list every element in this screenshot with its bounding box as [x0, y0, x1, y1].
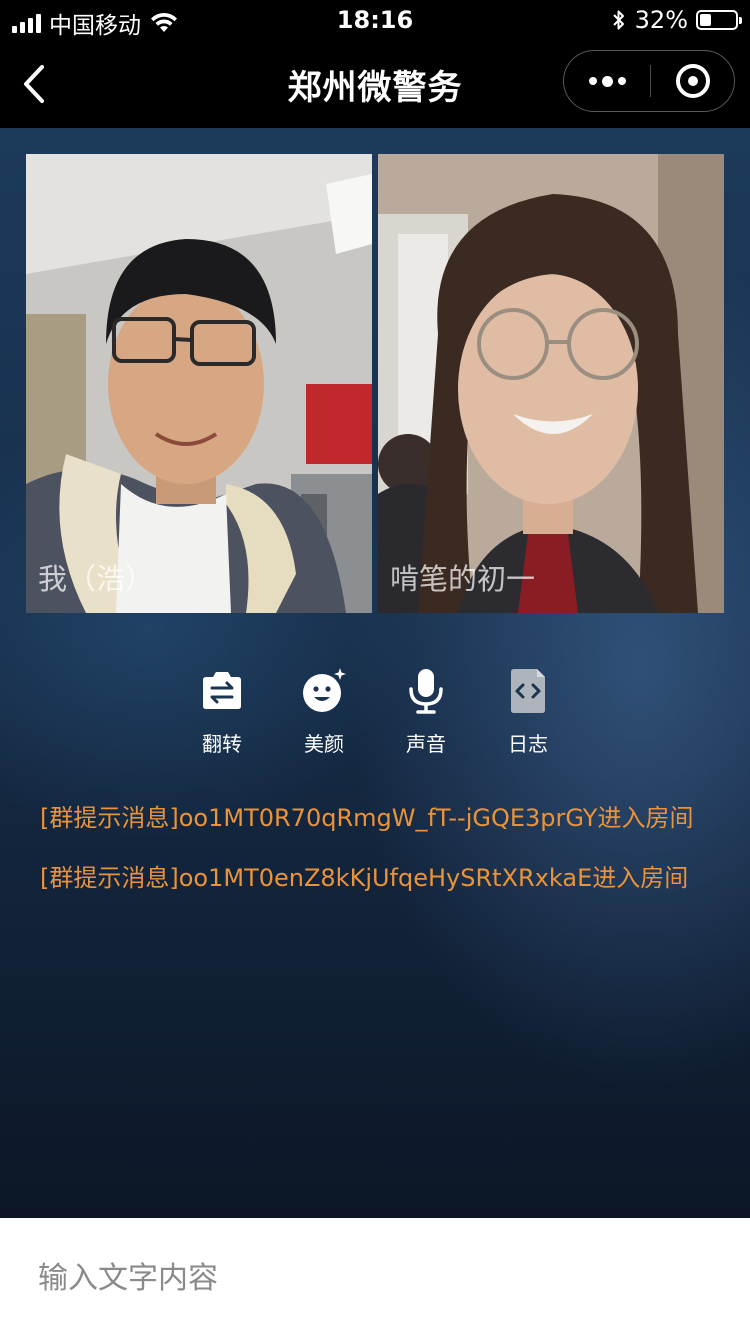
nav-bar: 郑州微警务 [0, 40, 750, 128]
message-input[interactable] [38, 1256, 718, 1300]
video-area: 我（浩） 啃笔的初一 翻转 美颜 声音 日志 [群提示消息]oo1MT0R70q… [0, 128, 750, 1218]
more-dot [601, 75, 613, 87]
status-right: 32% [611, 6, 742, 34]
local-video[interactable]: 我（浩） [26, 154, 372, 613]
status-bar: 中国移动 18:16 32% [0, 0, 750, 40]
battery-percent: 32% [634, 6, 688, 34]
call-controls: 翻转 美颜 声音 日志 [172, 668, 580, 758]
beauty-label: 美颜 [304, 732, 344, 756]
more-dot [617, 77, 626, 85]
battery-fill [700, 14, 711, 26]
remote-video-label: 啃笔的初一 [390, 562, 536, 596]
camera-switch-icon [203, 672, 241, 709]
mini-program-capsule [563, 50, 735, 112]
more-dot [588, 77, 597, 85]
local-video-frame [26, 154, 372, 613]
beauty-button[interactable]: 美颜 [274, 668, 374, 758]
more-button[interactable] [564, 51, 650, 111]
sound-button[interactable]: 声音 [376, 668, 476, 758]
log-button[interactable]: 日志 [478, 668, 578, 758]
beauty-face-icon [303, 668, 346, 712]
log-label: 日志 [508, 732, 548, 756]
system-messages: [群提示消息]oo1MT0R70qRmgW_fT--jGQE3prGY进入房间 … [40, 798, 720, 918]
log-code-icon [511, 669, 545, 713]
flip-camera-label: 翻转 [202, 732, 242, 756]
flip-camera-button[interactable]: 翻转 [172, 668, 272, 758]
sound-label: 声音 [406, 732, 446, 756]
close-mini-program-button[interactable] [651, 51, 735, 111]
system-message: [群提示消息]oo1MT0R70qRmgW_fT--jGQE3prGY进入房间 [40, 804, 694, 832]
battery-icon [696, 10, 742, 30]
message-input-bar [0, 1218, 750, 1334]
remote-video-frame [378, 154, 724, 613]
system-message: [群提示消息]oo1MT0enZ8kKjUfqeHySRtXRxkaE进入房间 [40, 864, 689, 892]
local-video-label: 我（浩） [38, 562, 155, 596]
microphone-icon [409, 669, 443, 714]
target-circle-icon [676, 64, 710, 98]
remote-video[interactable]: 啃笔的初一 [378, 154, 724, 613]
bluetooth-icon [612, 10, 624, 30]
video-call-screen: 中国移动 18:16 32% 郑州微警务 我（浩） 啃笔的初一 翻转 美颜 声音… [0, 0, 750, 1334]
